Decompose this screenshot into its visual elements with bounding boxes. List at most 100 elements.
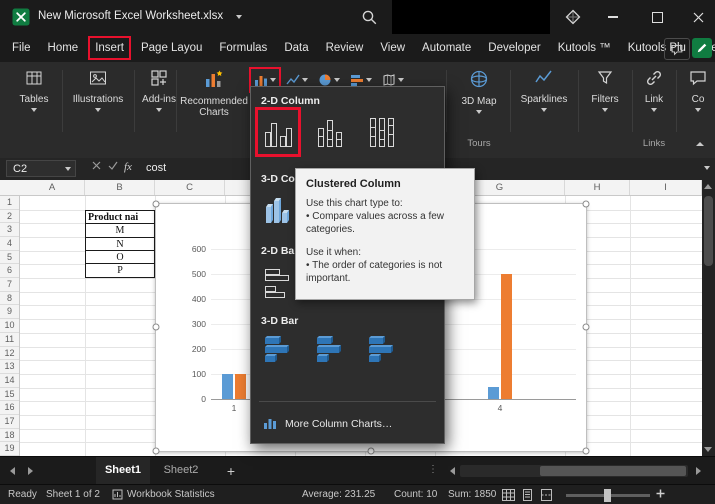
chart-selection-handle[interactable] <box>582 323 590 331</box>
vertical-scroll-thumb[interactable] <box>704 196 713 266</box>
zoom-slider-thumb[interactable] <box>604 489 611 502</box>
filters-button[interactable]: Filters <box>582 68 628 112</box>
add-ins-button[interactable]: Add-ins <box>138 68 180 112</box>
row-header-6[interactable]: 6 <box>0 264 19 279</box>
row-header-10[interactable]: 10 <box>0 319 19 333</box>
chart-bar-series-1-cat4[interactable] <box>488 386 499 399</box>
insert-function-button[interactable]: fx <box>124 161 132 173</box>
maximize-button[interactable] <box>640 0 674 34</box>
chart-selection-handle[interactable] <box>582 200 590 208</box>
row-header-15[interactable]: 15 <box>0 388 19 402</box>
row-header-19[interactable]: 19 <box>0 442 19 456</box>
row-header-16[interactable]: 16 <box>0 401 19 415</box>
menu-item-clustered-column[interactable] <box>255 107 301 157</box>
menu-item-clustered-bar[interactable] <box>259 263 297 305</box>
title-chevron-down-icon[interactable] <box>236 15 242 19</box>
scroll-up-icon[interactable] <box>704 184 712 189</box>
row-header-11[interactable]: 11 <box>0 333 19 347</box>
illustrations-button[interactable]: Illustrations <box>66 68 130 112</box>
menu-item-3d-stacked100-bar[interactable] <box>363 329 401 371</box>
row-header-18[interactable]: 18 <box>0 429 19 443</box>
horizontal-scrollbar[interactable] <box>460 465 688 477</box>
menu-tab-formulas[interactable]: Formulas <box>217 34 269 62</box>
menu-item-3d-stacked-bar[interactable] <box>311 329 349 371</box>
3d-map-button[interactable]: 3D Map <box>452 68 506 114</box>
menu-tab-data[interactable]: Data <box>282 34 310 62</box>
cell-b6[interactable]: P <box>86 264 154 277</box>
row-header-8[interactable]: 8 <box>0 292 19 306</box>
close-button[interactable] <box>681 0 715 34</box>
more-column-charts-item[interactable]: More Column Charts… <box>251 411 444 437</box>
chart-bar-series-2-cat1[interactable] <box>235 374 246 399</box>
row-header-17[interactable]: 17 <box>0 415 19 429</box>
scroll-left-icon[interactable] <box>450 467 455 475</box>
row-header-2[interactable]: 2 <box>0 210 19 224</box>
chart-selection-handle[interactable] <box>152 323 160 331</box>
row-header-5[interactable]: 5 <box>0 251 19 265</box>
sheet-tab-sheet1[interactable]: Sheet1 <box>96 457 150 486</box>
column-header-I[interactable]: I <box>630 180 702 195</box>
menu-tab-automate[interactable]: Automate <box>420 34 473 62</box>
row-header-7[interactable]: 7 <box>0 278 19 292</box>
menu-item-stacked-column[interactable] <box>311 111 349 153</box>
gem-badge-icon[interactable] <box>564 8 582 26</box>
cell-b2-product-name[interactable]: Product nai <box>86 211 154 225</box>
comments-ribbon-button[interactable]: Co <box>680 68 715 112</box>
zoom-in-button[interactable] <box>656 489 665 501</box>
column-header-B[interactable]: B <box>85 180 155 195</box>
zoom-slider[interactable] <box>566 489 650 502</box>
vertical-scrollbar[interactable] <box>702 180 715 456</box>
row-header-4[interactable]: 4 <box>0 237 19 251</box>
menu-item-stacked100-column[interactable] <box>363 111 401 153</box>
menu-tab-view[interactable]: View <box>378 34 407 62</box>
expand-formula-bar-icon[interactable] <box>704 166 710 170</box>
chart-selection-handle[interactable] <box>152 447 160 455</box>
normal-view-icon[interactable] <box>502 489 515 504</box>
chart-selection-handle[interactable] <box>367 447 375 455</box>
previous-sheet-icon[interactable] <box>10 467 15 475</box>
collapse-ribbon-icon[interactable] <box>696 142 704 146</box>
menu-tab-developer[interactable]: Developer <box>486 34 542 62</box>
chart-selection-handle[interactable] <box>582 447 590 455</box>
page-layout-view-icon[interactable] <box>521 489 534 504</box>
chart-bar-series-2-cat4[interactable] <box>501 274 512 399</box>
comments-button[interactable] <box>664 38 690 60</box>
page-break-view-icon[interactable] <box>540 489 553 504</box>
scroll-down-icon[interactable] <box>704 447 712 452</box>
row-header-13[interactable]: 13 <box>0 360 19 374</box>
row-header-12[interactable]: 12 <box>0 347 19 361</box>
menu-tab-file[interactable]: File <box>10 34 33 62</box>
share-edit-button[interactable] <box>692 38 712 58</box>
row-header-9[interactable]: 9 <box>0 305 19 320</box>
menu-tab-review[interactable]: Review <box>324 34 366 62</box>
row-header-3[interactable]: 3 <box>0 223 19 238</box>
cancel-icon[interactable] <box>92 161 101 173</box>
next-sheet-icon[interactable] <box>28 467 33 475</box>
chart-selection-handle[interactable] <box>152 200 160 208</box>
cell-b4[interactable]: N <box>86 238 154 251</box>
scroll-right-icon[interactable] <box>696 467 701 475</box>
name-box[interactable]: C2 <box>6 160 76 177</box>
menu-tab-insert[interactable]: Insert <box>88 34 131 62</box>
chart-bar-series-1-cat1[interactable] <box>222 374 233 399</box>
recommended-charts-button[interactable]: Recommended Charts <box>180 68 248 118</box>
menu-item-3d-clustered-bar[interactable] <box>259 329 297 371</box>
row-header-14[interactable]: 14 <box>0 374 19 388</box>
column-header-A[interactable]: A <box>20 180 85 195</box>
enter-check-icon[interactable] <box>108 161 118 173</box>
new-sheet-button[interactable]: + <box>222 462 240 480</box>
link-button[interactable]: Link <box>636 68 672 112</box>
column-header-H[interactable]: H <box>565 180 630 195</box>
column-header-C[interactable]: C <box>155 180 225 195</box>
workbook-statistics-button[interactable]: Workbook Statistics <box>127 489 215 500</box>
menu-tab-home[interactable]: Home <box>46 34 81 62</box>
sheet-tab-sheet2[interactable]: Sheet2 <box>154 457 208 484</box>
menu-tab-page-layou[interactable]: Page Layou <box>139 34 204 62</box>
row-header-1[interactable]: 1 <box>0 196 19 210</box>
menu-item-3d-clustered-column[interactable] <box>259 187 297 229</box>
search-icon[interactable] <box>360 8 378 26</box>
sparklines-button[interactable]: Sparklines <box>514 68 574 112</box>
minimize-button[interactable] <box>596 0 630 34</box>
cell-b5[interactable]: O <box>86 251 154 265</box>
menu-tab-kutools[interactable]: Kutools ™ <box>556 34 613 62</box>
